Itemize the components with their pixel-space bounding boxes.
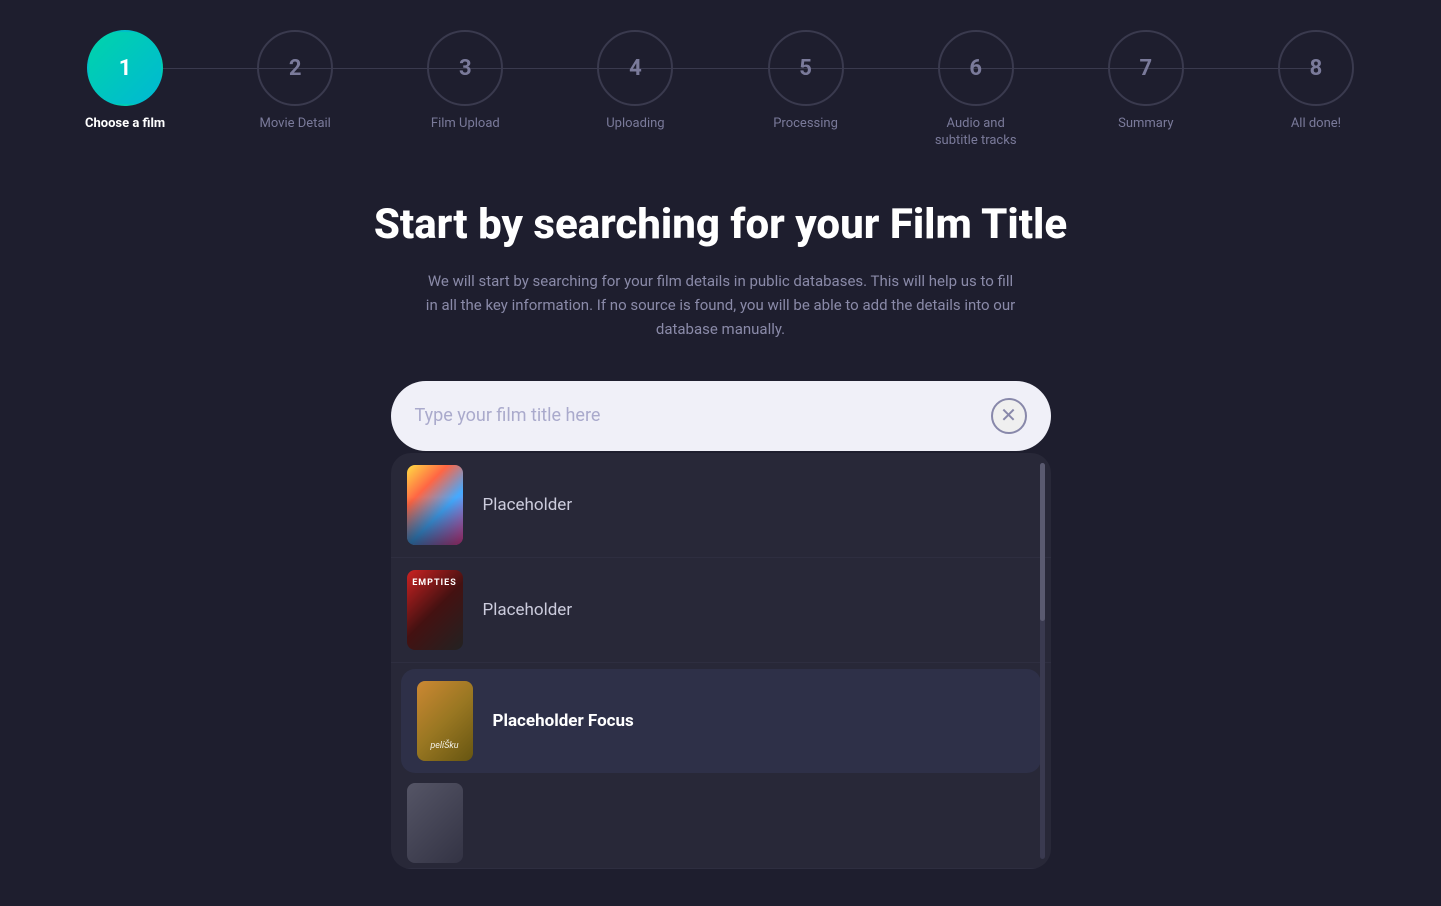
poster-image [407,570,463,650]
result-title: Placeholder [483,495,573,515]
step-circle-5: 5 [768,30,844,106]
step-label-3: Film Upload [431,116,500,133]
poster-image [407,465,463,545]
stepper-step-6[interactable]: 6 Audio and subtitle tracks [891,30,1061,150]
search-results-dropdown: Placeholder Placeholder Placeholder Focus [391,453,1051,869]
film-poster [407,570,463,650]
poster-image [407,783,463,863]
main-content: Start by searching for your Film Title W… [0,170,1441,899]
search-box[interactable]: Type your film title here ✕ [391,381,1051,451]
list-item[interactable]: Placeholder Focus [401,669,1041,773]
stepper-step-2[interactable]: 2 Movie Detail [210,30,380,133]
stepper-step-7[interactable]: 7 Summary [1061,30,1231,133]
step-circle-6: 6 [938,30,1014,106]
stepper-step-5[interactable]: 5 Processing [721,30,891,133]
step-label-1: Choose a film [85,116,165,133]
step-label-6: Audio and subtitle tracks [926,116,1026,150]
list-item[interactable] [391,779,1051,869]
stepper: 1 Choose a film 2 Movie Detail 3 Film Upload 4… [0,0,1441,170]
stepper-step-3[interactable]: 3 Film Upload [380,30,550,133]
stepper-step-1[interactable]: 1 Choose a film [40,30,210,133]
step-circle-8: 8 [1278,30,1354,106]
poster-image [417,681,473,761]
scrollbar-thumb [1040,463,1045,621]
film-poster [407,465,463,545]
search-clear-button[interactable]: ✕ [991,398,1027,434]
step-circle-2: 2 [257,30,333,106]
step-label-4: Uploading [606,116,664,133]
step-label-7: Summary [1118,116,1173,133]
close-icon: ✕ [1000,406,1017,426]
film-poster [417,681,473,761]
stepper-step-8[interactable]: 8 All done! [1231,30,1401,133]
result-title: Placeholder [483,600,573,620]
step-circle-4: 4 [597,30,673,106]
list-item[interactable]: Placeholder [391,453,1051,558]
scrollbar[interactable] [1040,463,1045,859]
step-circle-1: 1 [87,30,163,106]
search-input-placeholder: Type your film title here [415,405,991,426]
result-title: Placeholder Focus [493,711,634,731]
page-subtitle: We will start by searching for your film… [421,269,1021,341]
film-poster [407,783,463,863]
step-circle-7: 7 [1108,30,1184,106]
step-label-2: Movie Detail [260,116,331,133]
step-circle-3: 3 [427,30,503,106]
step-label-8: All done! [1291,116,1341,133]
page-title: Start by searching for your Film Title [374,200,1067,249]
list-item[interactable]: Placeholder [391,558,1051,663]
step-label-5: Processing [773,116,838,133]
stepper-step-4[interactable]: 4 Uploading [550,30,720,133]
